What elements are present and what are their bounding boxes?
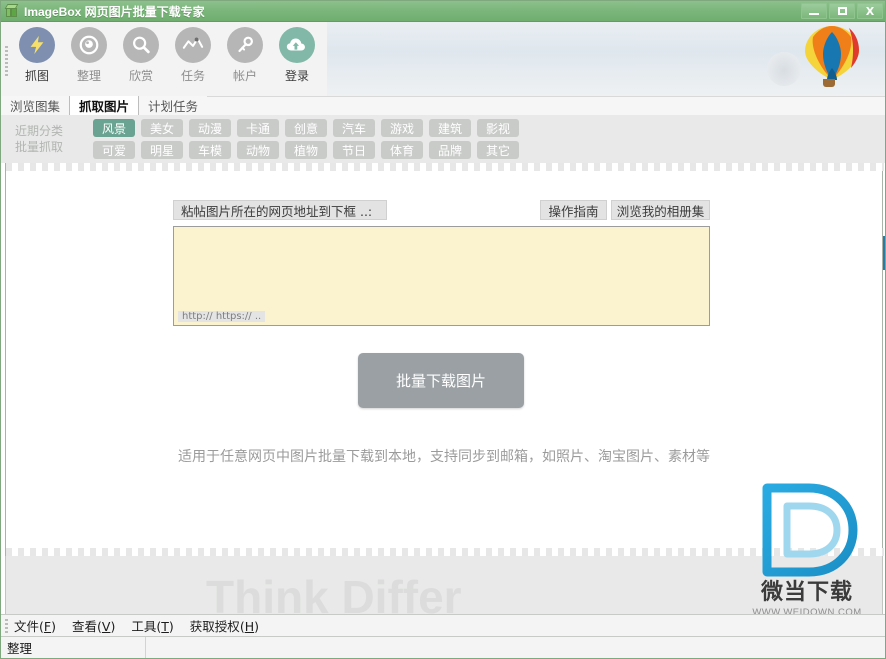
lightning-icon	[19, 27, 55, 63]
maximize-button[interactable]	[829, 3, 855, 19]
category-button-cute[interactable]: 可爱	[93, 141, 135, 159]
tab-bar: 浏览图集 抓取图片 计划任务	[1, 96, 885, 115]
menu-item-license-accel: H	[244, 619, 255, 634]
toolbar-label-browse: 欣赏	[128, 69, 153, 83]
brand-logo-block: 微当下载 WWW.WEIDOWN.COM	[735, 482, 879, 618]
toolbar-item-organize[interactable]: 整理	[63, 22, 115, 84]
toolbar-label-tasks: 任务	[180, 69, 205, 83]
tab-scheduled-tasks[interactable]: 计划任务	[139, 96, 208, 115]
category-button-movies[interactable]: 影视	[477, 119, 519, 137]
menu-item-tools[interactable]: 工具(T)	[131, 616, 173, 635]
status-text-left: 整理	[1, 636, 146, 658]
toolbar-item-tasks[interactable]: 任务	[167, 22, 219, 84]
menu-item-view[interactable]: 查看(V)	[72, 616, 115, 635]
menu-item-file[interactable]: 文件(F)	[14, 616, 56, 635]
application-window: ImageBox 网页图片批量下载专家 X 抓图 整理 欣赏 任务 帐户 登录 …	[0, 0, 886, 659]
menu-item-view-accel: V	[101, 619, 111, 634]
menu-item-file-label: 文件	[14, 619, 40, 634]
chart-line-icon	[175, 27, 211, 63]
category-button-creative[interactable]: 创意	[285, 119, 327, 137]
category-side-label-line1: 近期分类	[15, 124, 64, 138]
cloud-upload-icon	[279, 27, 315, 63]
category-side-label-line2: 批量抓取	[15, 140, 64, 154]
toolbar-label-account: 帐户	[232, 69, 257, 83]
category-strip: 近期分类 批量抓取 风景 美女 动漫 卡通 创意 汽车 游戏 建筑 影视 可爱 …	[1, 115, 885, 270]
menu-item-file-accel: F	[43, 619, 52, 634]
category-row-2: 可爱 明星 车模 动物 植物 节日 体育 品牌 其它	[93, 141, 519, 159]
category-button-sports[interactable]: 体育	[381, 141, 423, 159]
category-button-stars[interactable]: 明星	[141, 141, 183, 159]
menu-item-license-label: 获取授权	[189, 619, 240, 634]
category-button-cars[interactable]: 汽车	[333, 119, 375, 137]
toolbar-item-browse[interactable]: 欣赏	[115, 22, 167, 84]
menu-item-tools-label: 工具	[131, 619, 157, 634]
brand-name: 微当下载	[760, 580, 853, 605]
title-bar: ImageBox 网页图片批量下载专家 X	[1, 1, 885, 22]
category-side-label: 近期分类 批量抓取	[15, 123, 87, 155]
description-text: 适用于任意网页中图片批量下载到本地，支持同步到邮箱，如照片、淘宝图片、素材等	[178, 449, 710, 465]
magnifier-icon	[123, 27, 159, 63]
cube-icon	[4, 4, 19, 18]
url-textarea-hint: http:// https:// ..	[178, 311, 266, 322]
toolbar-label-organize: 整理	[76, 69, 101, 83]
letter-d-logo	[762, 483, 858, 577]
menu-bar: 文件(F) 查看(V) 工具(T) 获取授权(H)	[1, 614, 885, 636]
category-button-architecture[interactable]: 建筑	[429, 119, 471, 137]
category-button-car-models[interactable]: 车模	[189, 141, 231, 159]
category-button-others[interactable]: 其它	[477, 141, 519, 159]
minimize-button[interactable]	[801, 3, 827, 19]
toolbar-item-account[interactable]: 帐户	[219, 22, 271, 84]
tab-grab-images[interactable]: 抓取图片	[69, 96, 140, 115]
category-button-scenery[interactable]: 风景	[93, 119, 135, 137]
perforated-edge-top	[6, 163, 884, 171]
toolbar-drag-handle[interactable]	[5, 46, 8, 76]
menu-item-view-label: 查看	[72, 619, 98, 634]
url-instruction-label: 粘帖图片所在的网页地址到下框 ..:	[173, 200, 387, 220]
url-textarea[interactable]: http:// https:// ..	[173, 226, 710, 326]
toolbar-item-login[interactable]: 登录	[271, 22, 323, 84]
category-buttons: 风景 美女 动漫 卡通 创意 汽车 游戏 建筑 影视 可爱 明星 车模 动物 植…	[93, 119, 519, 163]
category-button-anime[interactable]: 动漫	[189, 119, 231, 137]
menu-item-tools-accel: T	[161, 619, 169, 634]
category-row-1: 风景 美女 动漫 卡通 创意 汽车 游戏 建筑 影视	[93, 119, 519, 137]
window-controls: X	[801, 3, 883, 19]
category-button-cartoon[interactable]: 卡通	[237, 119, 279, 137]
window-title: ImageBox 网页图片批量下载专家	[24, 4, 205, 19]
tab-browse-gallery[interactable]: 浏览图集	[1, 96, 70, 115]
status-text-right	[146, 637, 885, 659]
batch-download-button[interactable]: 批量下载图片	[358, 353, 524, 408]
category-button-holidays[interactable]: 节日	[333, 141, 375, 159]
category-button-brands[interactable]: 品牌	[429, 141, 471, 159]
close-button[interactable]: X	[857, 3, 883, 19]
menubar-drag-handle[interactable]	[5, 618, 8, 633]
hot-air-balloon-image	[761, 22, 881, 96]
disc-icon	[71, 27, 107, 63]
category-button-beauty[interactable]: 美女	[141, 119, 183, 137]
key-icon	[227, 27, 263, 63]
status-bar: 整理	[1, 636, 885, 659]
category-button-games[interactable]: 游戏	[381, 119, 423, 137]
toolbar-label-login: 登录	[284, 69, 309, 83]
main-toolbar: 抓图 整理 欣赏 任务 帐户 登录	[1, 22, 885, 96]
browse-my-albums-button[interactable]: 浏览我的相册集	[611, 200, 710, 220]
menu-item-license[interactable]: 获取授权(H)	[190, 616, 259, 635]
category-button-animals[interactable]: 动物	[237, 141, 279, 159]
toolbar-items: 抓图 整理 欣赏 任务 帐户 登录	[11, 22, 323, 84]
toolbar-item-grab[interactable]: 抓图	[11, 22, 63, 84]
operation-guide-button[interactable]: 操作指南	[540, 200, 607, 220]
category-button-plants[interactable]: 植物	[285, 141, 327, 159]
toolbar-label-grab: 抓图	[24, 69, 49, 83]
